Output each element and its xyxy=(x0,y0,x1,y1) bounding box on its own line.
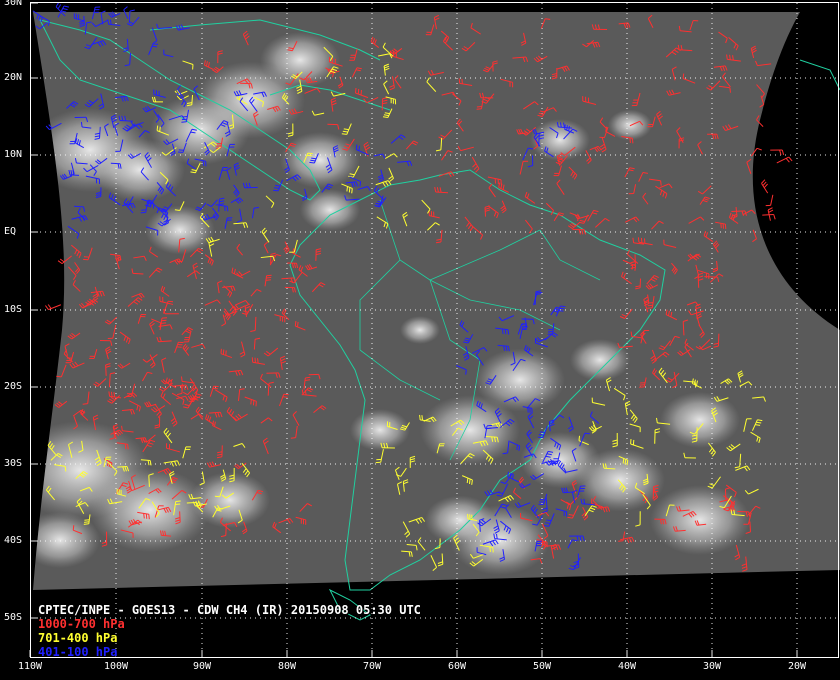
cloud-patch xyxy=(570,339,630,381)
satellite-wind-map xyxy=(0,0,840,680)
map-caption: CPTEC/INPE - GOES13 - CDW CH4 (IR) 20150… xyxy=(38,603,421,659)
lat-label-eq: EQ xyxy=(4,226,17,237)
cloud-patch xyxy=(300,189,360,231)
lat-label-10n: 10N xyxy=(4,149,23,160)
lon-label-60w: 60W xyxy=(447,661,467,672)
lon-label-70w: 70W xyxy=(362,661,382,672)
cloud-patch xyxy=(190,472,270,528)
lon-label-30w: 30W xyxy=(702,661,722,672)
lat-label-30s: 30S xyxy=(4,458,23,469)
lat-label-20n: 20N xyxy=(4,72,23,83)
lat-label-20s: 20S xyxy=(4,381,23,392)
lon-label-110w: 110W xyxy=(17,661,43,672)
lon-label-40w: 40W xyxy=(617,661,637,672)
legend-low: 1000-700 hPa xyxy=(38,617,125,631)
legend-high: 401-100 hPa xyxy=(38,645,118,659)
cloud-patch xyxy=(90,468,210,552)
lat-label-40s: 40S xyxy=(4,535,23,546)
lon-label-90w: 90W xyxy=(192,661,212,672)
lon-label-50w: 50W xyxy=(532,661,552,672)
lat-label-50s: 50S xyxy=(4,612,23,623)
map-title: CPTEC/INPE - GOES13 - CDW CH4 (IR) 20150… xyxy=(38,603,421,617)
lat-label-10s: 10S xyxy=(4,304,23,315)
legend-mid: 701-400 hPa xyxy=(38,631,118,645)
cloud-patch xyxy=(280,132,360,188)
lat-label-30n: 30N xyxy=(4,0,23,8)
cloud-patch xyxy=(575,448,665,512)
cloud-patch xyxy=(420,395,520,465)
lon-label-20w: 20W xyxy=(787,661,807,672)
lon-label-80w: 80W xyxy=(277,661,297,672)
cloud-patch xyxy=(660,392,740,448)
lon-label-100w: 100W xyxy=(103,661,129,672)
cloud-patch xyxy=(400,316,440,344)
